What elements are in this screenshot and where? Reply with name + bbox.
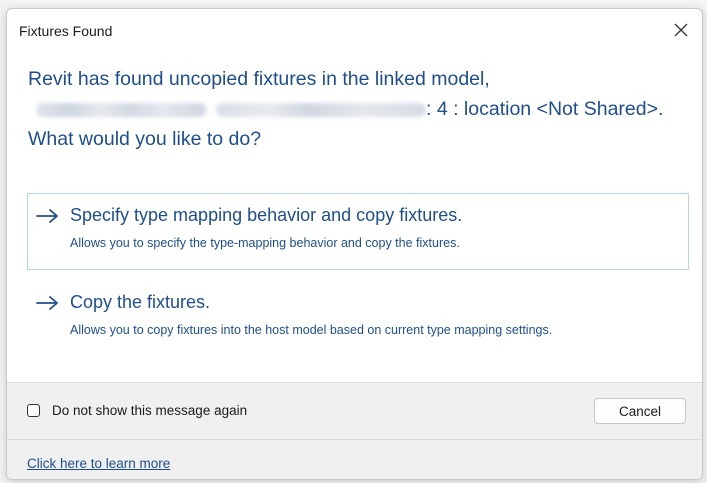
arrow-right-icon [35, 207, 61, 225]
do-not-show-again-checkbox[interactable] [27, 404, 40, 417]
main-instruction: Revit has found uncopied fixtures in the… [28, 64, 693, 154]
option-specify-type-mapping[interactable]: Specify type mapping behavior and copy f… [27, 193, 689, 270]
learn-more-link[interactable]: Click here to learn more [27, 456, 170, 471]
dialog-title: Fixtures Found [19, 23, 113, 39]
footer-divider [7, 439, 702, 440]
instruction-location: : 4 : location <Not Shared>. [426, 98, 664, 120]
option-description: Allows you to copy fixtures into the hos… [70, 323, 553, 337]
arrow-right-icon [35, 294, 61, 312]
option-description: Allows you to specify the type-mapping b… [70, 236, 460, 250]
checkbox-label: Do not show this message again [52, 403, 248, 418]
fixtures-found-dialog: Fixtures Found Revit has found uncopied … [6, 8, 703, 480]
instruction-line-3: What would you like to do? [28, 128, 262, 150]
instruction-line-1: Revit has found uncopied fixtures in the… [28, 68, 490, 90]
option-title: Specify type mapping behavior and copy f… [70, 205, 463, 225]
instruction-line-2: : 4 : location <Not Shared>. [28, 94, 693, 124]
redacted-model-name-2 [216, 102, 426, 117]
close-icon [674, 23, 688, 37]
option-copy-fixtures[interactable]: Copy the fixtures. Allows you to copy fi… [27, 280, 689, 362]
option-title: Copy the fixtures. [70, 292, 211, 312]
title-bar: Fixtures Found [7, 9, 702, 51]
dialog-footer: Do not show this message again Cancel Cl… [7, 382, 702, 479]
close-button[interactable] [664, 15, 698, 45]
do-not-show-again-row[interactable]: Do not show this message again [27, 403, 247, 418]
redacted-model-name [36, 102, 206, 117]
cancel-button[interactable]: Cancel [594, 398, 686, 424]
